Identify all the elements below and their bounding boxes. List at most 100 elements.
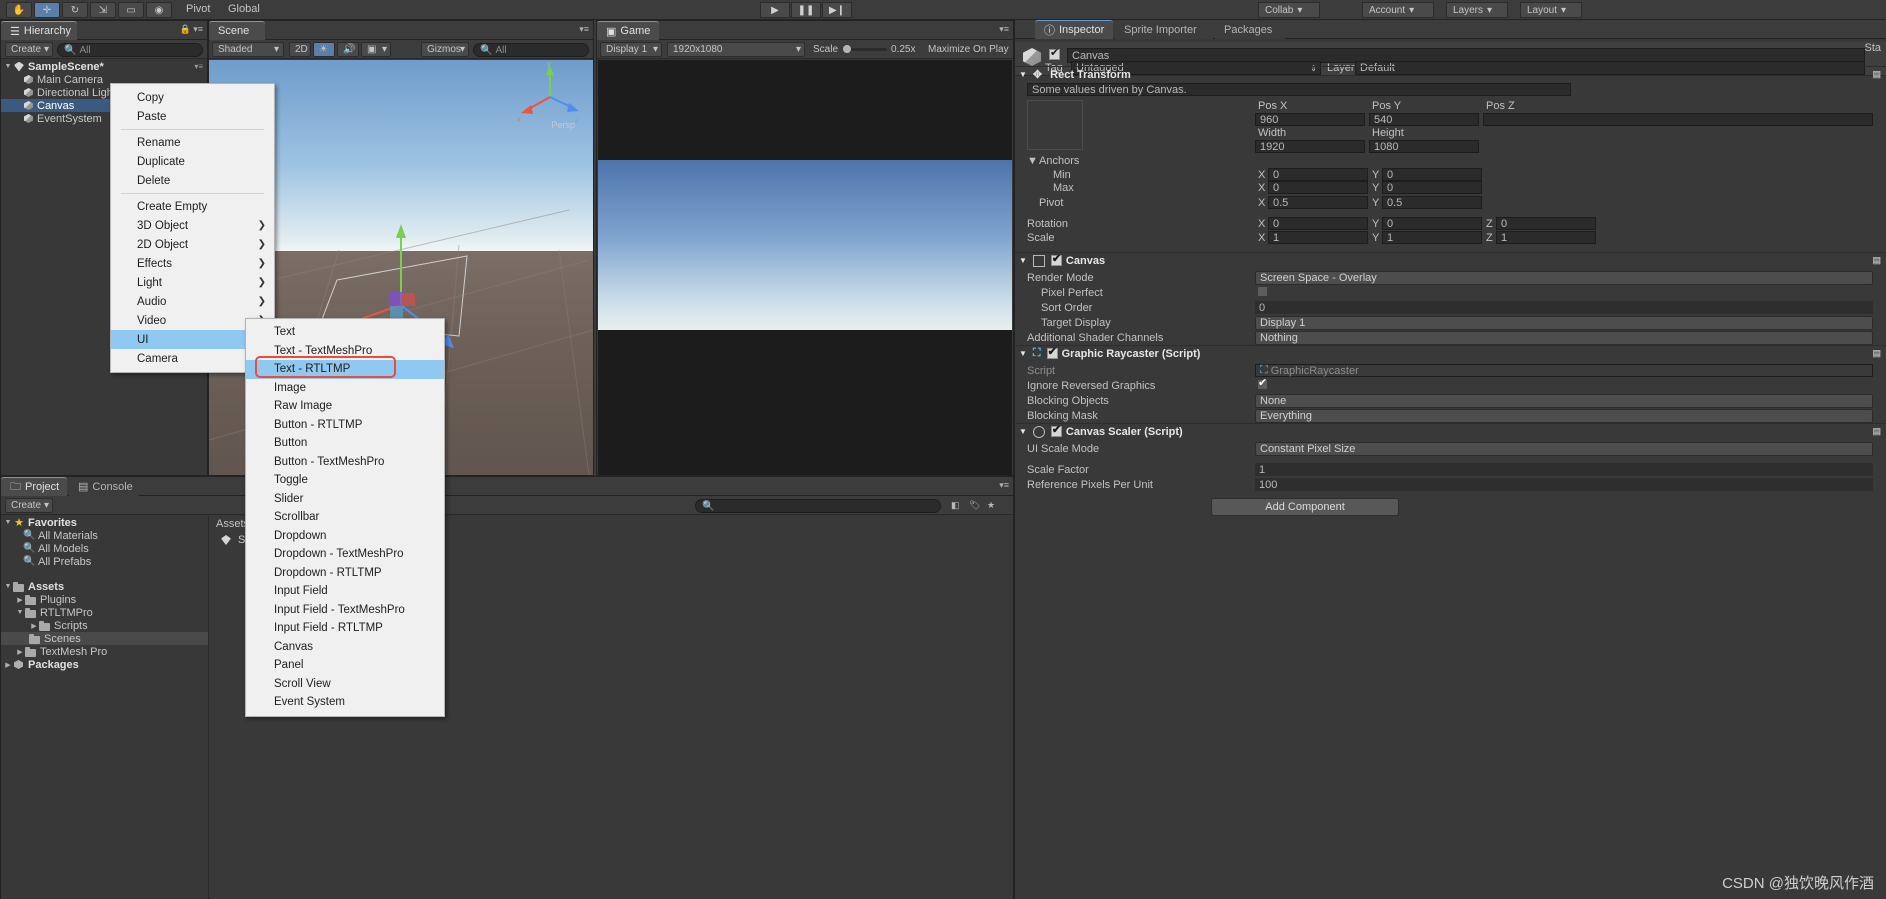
ui-submenu-item-dropdown-rtltmp[interactable]: Dropdown - RTLTMP (246, 564, 444, 583)
anchors-expand-icon[interactable]: ▼ (1027, 155, 1038, 167)
static-label[interactable]: Sta (1864, 42, 1881, 54)
component-menu-icon[interactable]: ▤ (1872, 69, 1881, 80)
tab-inspector[interactable]: ⓘ Inspector (1035, 20, 1113, 39)
scene-audio-toggle[interactable]: 🔊 (337, 42, 359, 57)
canvas-enabled-checkbox[interactable] (1050, 253, 1062, 266)
pixel-perfect-checkbox[interactable] (1257, 286, 1268, 297)
pivot-y-field[interactable]: 0.5 (1382, 196, 1482, 209)
scale-y-field[interactable]: 1 (1382, 231, 1482, 244)
hand-tool-button[interactable]: ✋ (6, 2, 32, 18)
ui-submenu-item-input-field-rtltmp[interactable]: Input Field - RTLTMP (246, 619, 444, 638)
layers-button[interactable]: Layers ▾ (1446, 2, 1508, 18)
project-filter-label-icon[interactable]: 🏷 (969, 500, 980, 511)
component-menu-icon[interactable]: ▤ (1872, 348, 1881, 359)
rect-tool-button[interactable]: ▭ (118, 2, 144, 18)
ui-submenu-item-dropdown[interactable]: Dropdown (246, 527, 444, 546)
component-menu-icon[interactable]: ▤ (1872, 255, 1881, 266)
project-tree-rtltmpro[interactable]: ▼ RTLTMPro (1, 606, 208, 619)
context-menu-item-2d-object[interactable]: 2D Object ❯ (111, 235, 274, 254)
scene-shading-dropdown[interactable]: Shaded ▾ (212, 42, 284, 57)
slider-handle[interactable] (843, 45, 851, 53)
ui-submenu-item-slider[interactable]: Slider (246, 490, 444, 509)
project-tree-packages[interactable]: ▶ Packages (1, 658, 208, 671)
ui-submenu-item-scroll-view[interactable]: Scroll View (246, 675, 444, 694)
anchor-max-y-field[interactable]: 0 (1382, 181, 1482, 194)
move-tool-button[interactable]: ✛ (34, 2, 60, 18)
rotation-x-field[interactable]: 0 (1268, 217, 1368, 230)
ui-submenu-item-button-rtltmp[interactable]: Button - RTLTMP (246, 416, 444, 435)
chevron-down-icon[interactable]: ▼ (3, 583, 13, 590)
context-menu-item-create-empty[interactable]: Create Empty (111, 197, 274, 216)
project-favorite-icon[interactable]: ★ (987, 500, 995, 511)
component-menu-icon[interactable]: ▤ (1872, 426, 1881, 437)
project-create-button[interactable]: Create ▾ (5, 498, 53, 513)
render-mode-dropdown[interactable]: Screen Space - Overlay (1255, 271, 1873, 285)
ignore-reversed-graphics-checkbox[interactable] (1257, 377, 1268, 390)
context-menu-item-delete[interactable]: Delete (111, 171, 274, 190)
pos-z-field[interactable] (1483, 113, 1873, 126)
game-resolution-dropdown[interactable]: 1920x1080 ▾ (667, 42, 805, 57)
pivot-x-field[interactable]: 0.5 (1268, 196, 1368, 209)
pivot-mode-label[interactable]: Pivot (186, 3, 210, 15)
context-menu-item-light[interactable]: Light ❯ (111, 273, 274, 292)
chevron-down-icon[interactable]: ▼ (15, 609, 25, 616)
tab-packages[interactable]: Packages (1215, 20, 1285, 39)
tab-sprite-importer[interactable]: Sprite Importer (1115, 20, 1213, 39)
scene-lighting-toggle[interactable]: ☀ (313, 42, 335, 57)
hierarchy-search-input[interactable]: 🔍 All (57, 43, 203, 57)
canvas-component-header[interactable]: ▼ Canvas ▤ (1015, 252, 1886, 268)
chevron-down-icon[interactable]: ▼ (1019, 70, 1027, 79)
reference-pixels-field[interactable]: 100 (1255, 478, 1873, 491)
project-filter-type-icon[interactable]: ◧ (951, 500, 960, 511)
game-maximize-toggle[interactable]: Maximize On Play (923, 42, 1017, 57)
add-component-button[interactable]: Add Component (1211, 498, 1399, 516)
graphic-raycaster-header[interactable]: ▼ ⛶ Graphic Raycaster (Script) ▤ (1015, 345, 1886, 361)
project-tree-scripts[interactable]: ▶ Scripts (1, 619, 208, 632)
hierarchy-scene-row[interactable]: ▼ SampleScene* ▾≡ (1, 60, 207, 73)
anchor-min-y-field[interactable]: 0 (1382, 168, 1482, 181)
ui-submenu-item-button[interactable]: Button (246, 434, 444, 453)
project-menu-icon[interactable]: ▾≡ (999, 480, 1009, 491)
chevron-right-icon[interactable]: ▶ (29, 622, 39, 630)
collab-button[interactable]: Collab ▾ (1258, 2, 1320, 18)
game-display-dropdown[interactable]: Display 1 ▾ (600, 42, 662, 57)
project-tree-textmesh-pro[interactable]: ▶ TextMesh Pro (1, 645, 208, 658)
tab-console[interactable]: ▤ Console (69, 477, 139, 496)
scale-z-field[interactable]: 1 (1496, 231, 1596, 244)
hierarchy-menu-icon[interactable]: ▾≡ (193, 24, 203, 35)
width-field[interactable]: 1920 (1255, 140, 1365, 153)
ui-submenu-item-toggle[interactable]: Toggle (246, 471, 444, 490)
chevron-down-icon[interactable]: ▼ (1019, 349, 1027, 358)
project-tree-scenes[interactable]: Scenes (1, 632, 208, 645)
chevron-down-icon[interactable]: ▼ (3, 63, 13, 70)
scene-fx-dropdown[interactable]: ▣ ▾ (361, 42, 391, 57)
ui-submenu-item-dropdown-textmeshpro[interactable]: Dropdown - TextMeshPro (246, 545, 444, 564)
pause-button[interactable]: ❚❚ (791, 2, 821, 18)
ui-submenu-item-canvas[interactable]: Canvas (246, 638, 444, 657)
lock-icon[interactable]: 🔒 (180, 24, 191, 35)
tab-game[interactable]: ▣ Game (597, 21, 659, 40)
ui-submenu-item-scrollbar[interactable]: Scrollbar (246, 508, 444, 527)
ui-submenu-item-text-rtltmp[interactable]: Text - RTLTMP (246, 360, 444, 379)
pos-x-field[interactable]: 960 (1255, 113, 1365, 126)
rotation-z-field[interactable]: 0 (1496, 217, 1596, 230)
tab-scene[interactable]: Scene (209, 21, 265, 40)
hierarchy-create-button[interactable]: Create ▾ (5, 42, 53, 57)
scene-2d-toggle[interactable]: 2D (289, 42, 311, 57)
ui-submenu-item-event-system[interactable]: Event System (246, 693, 444, 712)
tab-project[interactable]: 🗀 Project (1, 477, 67, 496)
scale-x-field[interactable]: 1 (1268, 231, 1368, 244)
scale-factor-field[interactable]: 1 (1255, 463, 1873, 476)
ui-submenu-item-text-textmeshpro[interactable]: Text - TextMeshPro (246, 342, 444, 361)
context-menu-item-3d-object[interactable]: 3D Object ❯ (111, 216, 274, 235)
context-menu-item-paste[interactable]: Paste (111, 107, 274, 126)
account-button[interactable]: Account ▾ (1362, 2, 1434, 18)
ui-submenu-item-panel[interactable]: Panel (246, 656, 444, 675)
game-viewport[interactable] (598, 60, 1012, 475)
project-tree-assets[interactable]: ▼ Assets (1, 580, 208, 593)
rotation-y-field[interactable]: 0 (1382, 217, 1482, 230)
sort-order-field[interactable]: 0 (1255, 301, 1873, 314)
pivot-rotation-label[interactable]: Global (228, 3, 260, 15)
ui-submenu-item-raw-image[interactable]: Raw Image (246, 397, 444, 416)
target-display-dropdown[interactable]: Display 1 (1255, 316, 1873, 330)
